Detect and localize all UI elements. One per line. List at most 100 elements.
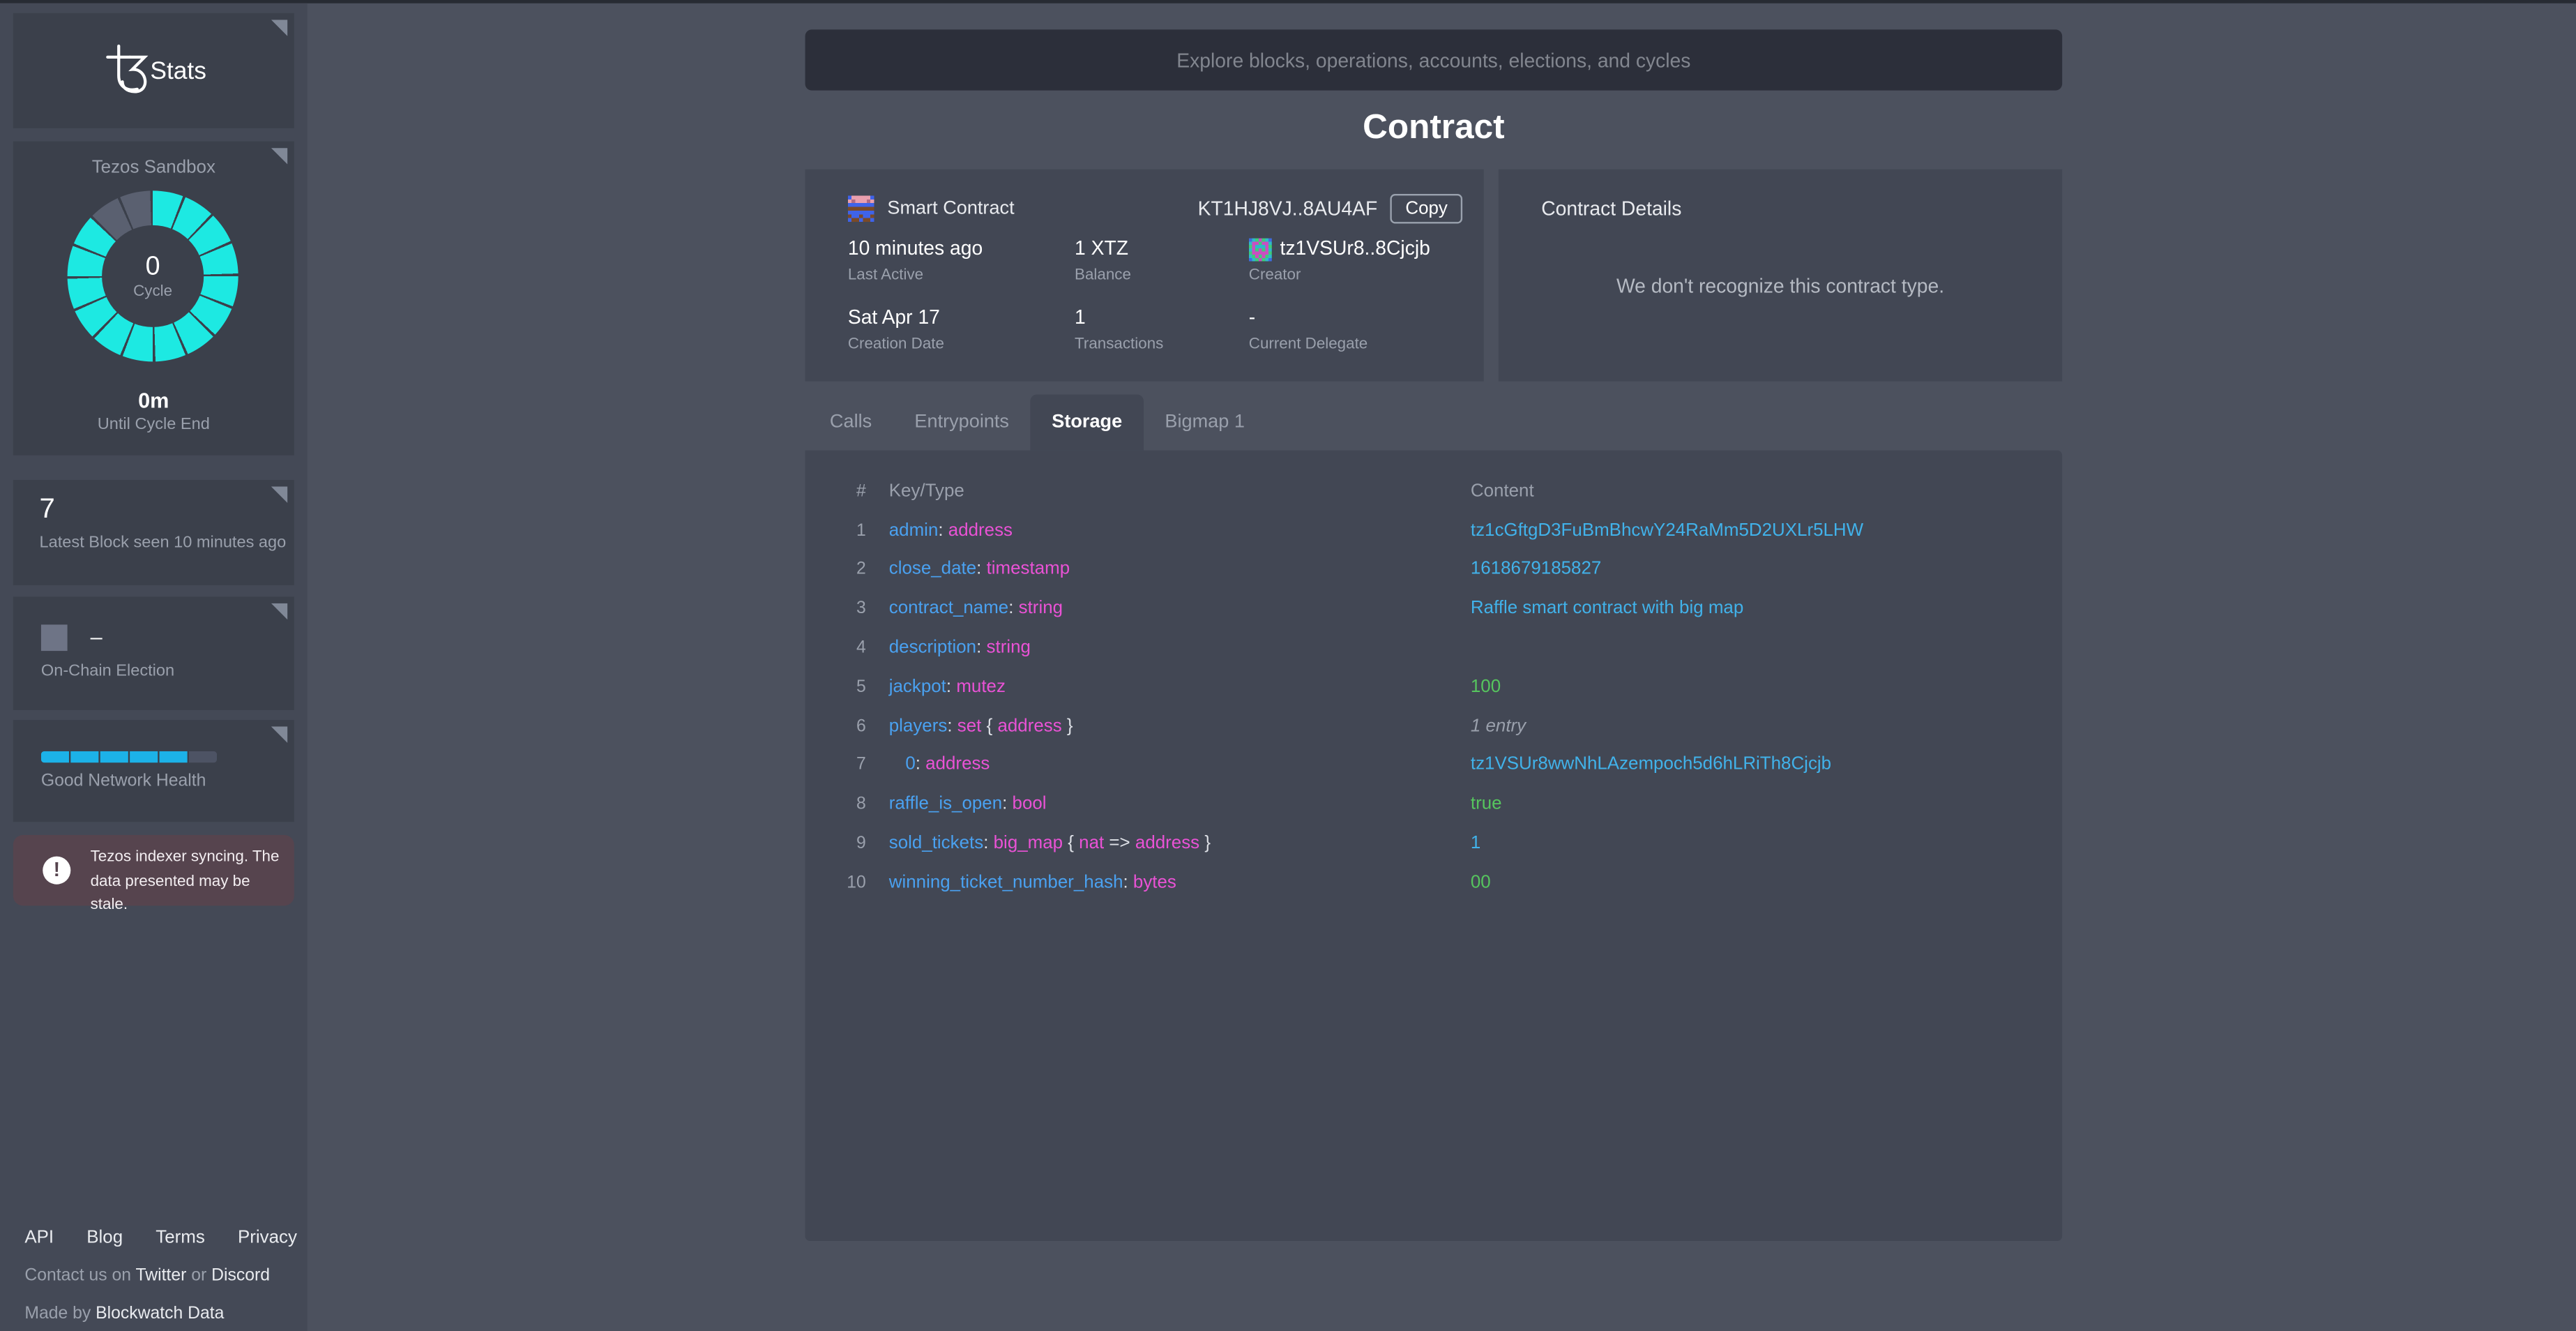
tab-bar: CallsEntrypointsStorageBigmap 1	[808, 395, 1266, 451]
copy-button[interactable]: Copy	[1391, 194, 1462, 223]
until-cycle-end-label: Until Cycle End	[13, 416, 294, 434]
storage-key: players	[889, 716, 948, 736]
storage-type: timestamp	[987, 559, 1070, 579]
expand-corner-icon[interactable]	[271, 20, 288, 36]
network-health-card: Good Network Health	[13, 720, 294, 822]
warning-text: Tezos indexer syncing. The data presente…	[91, 846, 281, 917]
footer-link-terms[interactable]: Terms	[156, 1228, 205, 1247]
key-colon: :	[916, 755, 925, 775]
storage-row: 10winning_ticket_number_hash: bytes00	[840, 863, 2028, 902]
key-colon: :	[983, 834, 993, 853]
stat-current-delegate: -Current Delegate	[1249, 306, 1471, 353]
stat-creation-date: Sat Apr 17Creation Date	[848, 306, 1075, 353]
stat-label: Creation Date	[848, 336, 1075, 354]
expand-corner-icon[interactable]	[271, 603, 288, 620]
storage-key: raffle_is_open	[889, 795, 1002, 814]
row-key-type: jackpot: mutez	[889, 677, 1448, 697]
sidebar: Stats Tezos Sandbox 0 Cycle 0m Until Cyc…	[0, 3, 308, 1331]
row-key-type: close_date: timestamp	[889, 559, 1448, 579]
stat-value: 1 XTZ	[1075, 236, 1249, 261]
cycle-donut-chart: 0 Cycle	[68, 190, 238, 361]
storage-content-value: 100	[1471, 677, 1501, 697]
storage-row: 4 description: string	[840, 629, 2028, 668]
storage-type: nat	[1079, 834, 1104, 853]
tab-calls[interactable]: Calls	[808, 395, 893, 451]
sidebar-footer: APIBlogTermsPrivacy Contact us on Twitte…	[24, 1228, 297, 1323]
key-colon: :	[1002, 795, 1012, 814]
row-key-type: raffle_is_open: bool	[889, 795, 1448, 814]
stat-label: Creator	[1249, 266, 1471, 285]
footer-made-line: Made by Blockwatch Data	[24, 1304, 297, 1323]
health-segment	[70, 751, 98, 762]
election-swatch-icon	[41, 624, 68, 651]
storage-content-link[interactable]: Raffle smart contract with big map	[1471, 599, 1743, 618]
row-key-type: description: string	[889, 638, 1448, 657]
row-content: tz1cGftgD3FuBmBhcwY24RaMm5D2UXLr5LHW	[1471, 520, 2028, 540]
storage-content-link[interactable]: 1	[1471, 834, 1480, 853]
logo-text: Stats	[150, 57, 206, 84]
key-colon: :	[976, 559, 986, 579]
tab-storage[interactable]: Storage	[1031, 395, 1144, 451]
key-colon: :	[947, 716, 957, 736]
tezos-tz-icon	[101, 43, 151, 98]
row-content: 100	[1471, 677, 2028, 697]
col-key-type: Key/Type	[889, 481, 1448, 501]
health-segment	[160, 751, 187, 762]
tab-entrypoints[interactable]: Entrypoints	[893, 395, 1031, 451]
latest-block-card: 7 Latest Block seen 10 minutes ago	[13, 480, 294, 585]
footer-link-blog[interactable]: Blog	[86, 1228, 123, 1247]
stat-label: Transactions	[1075, 336, 1249, 354]
storage-content-link[interactable]: tz1VSUr8wwNhLAzempoch5d6hLRiTh8Cjcjb	[1471, 755, 1831, 775]
storage-row: 2 close_date: timestamp 1618679185827	[840, 550, 2028, 589]
storage-content-link[interactable]: tz1cGftgD3FuBmBhcwY24RaMm5D2UXLr5LHW	[1471, 520, 1863, 540]
type-punct: }	[1199, 834, 1211, 853]
col-content: Content	[1471, 481, 2028, 501]
cycle-label: Cycle	[133, 282, 172, 300]
health-segment	[130, 751, 157, 762]
row-num: 2	[840, 559, 866, 579]
expand-corner-icon[interactable]	[271, 726, 288, 743]
stat-label: Balance	[1075, 266, 1249, 285]
stat-balance: 1 XTZ Balance	[1075, 236, 1249, 284]
storage-row: 5jackpot: mutez100	[840, 668, 2028, 707]
storage-key: 0	[905, 755, 915, 775]
storage-content-link[interactable]: 1618679185827	[1471, 559, 1601, 579]
stat-value: tz1VSUr8..8Cjcjb	[1249, 236, 1471, 261]
row-key-type: sold_tickets: big_map { nat => address }	[889, 834, 1448, 853]
row-num: 10	[840, 873, 866, 892]
footer-link-privacy[interactable]: Privacy	[238, 1228, 297, 1247]
row-num: 3	[840, 599, 866, 618]
creator-address-link[interactable]: tz1VSUr8..8Cjcjb	[1280, 236, 1430, 261]
expand-corner-icon[interactable]	[271, 486, 288, 503]
key-colon: :	[1123, 873, 1132, 892]
discord-link[interactable]: Discord	[211, 1265, 270, 1285]
storage-key: winning_ticket_number_hash	[889, 873, 1123, 892]
stat-last-active: 10 minutes agoLast Active	[848, 236, 1075, 284]
until-cycle-end-value: 0m	[13, 388, 294, 412]
indexer-warning: ! Tezos indexer syncing. The data presen…	[13, 835, 294, 905]
storage-type: address	[948, 520, 1013, 540]
row-num: 4	[840, 638, 866, 657]
cycle-value: 0	[146, 253, 160, 282]
health-segment	[189, 751, 216, 762]
type-punct: }	[1062, 716, 1073, 736]
tab-bigmap-1[interactable]: Bigmap 1	[1144, 395, 1266, 451]
row-key-type: players: set { address }	[889, 716, 1448, 736]
twitter-link[interactable]: Twitter	[135, 1265, 186, 1285]
key-colon: :	[976, 638, 986, 657]
row-content: 1618679185827	[1471, 559, 2028, 579]
key-colon: :	[938, 520, 948, 540]
stat-label: Current Delegate	[1249, 336, 1471, 354]
storage-table: #Key/TypeContent1admin: addresstz1cGftgD…	[805, 451, 2063, 902]
storage-row: 3contract_name: stringRaffle smart contr…	[840, 589, 2028, 628]
details-title: Contract Details	[1541, 197, 1681, 220]
storage-type: set	[957, 716, 982, 736]
stat-value: 1	[1075, 306, 1249, 330]
exclamation-circle-icon: !	[43, 857, 70, 885]
contract-summary-card: Smart Contract KT1HJ8VJ..8AU4AF Copy 10 …	[805, 170, 1484, 382]
search-input[interactable]	[805, 29, 2063, 90]
blockwatch-link[interactable]: Blockwatch Data	[96, 1304, 224, 1323]
storage-type: bytes	[1133, 873, 1176, 892]
logo-card[interactable]: Stats	[13, 13, 294, 128]
footer-link-api[interactable]: API	[24, 1228, 54, 1247]
